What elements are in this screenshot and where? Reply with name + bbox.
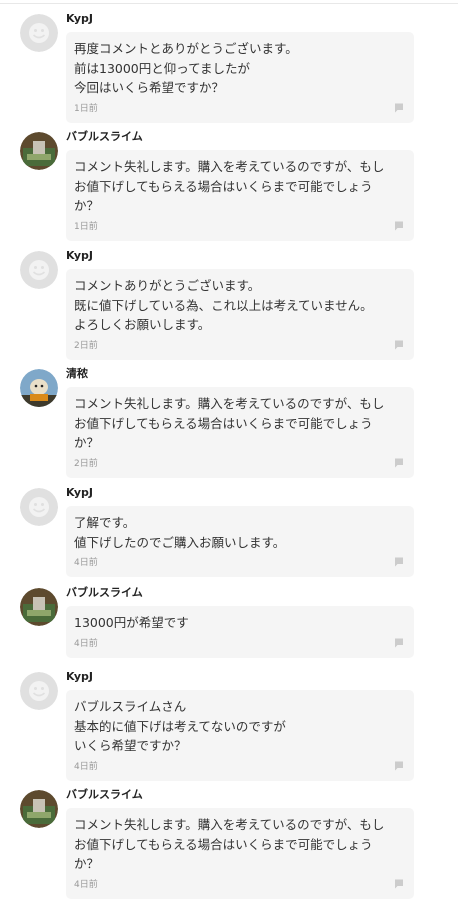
comment-text: コメント失礼します。購入を考えているのですが、もし お値下げしてもらえる場合はい…: [74, 159, 385, 213]
comment-username[interactable]: 清秾: [66, 367, 88, 381]
comment-username[interactable]: バブルスライム: [66, 586, 143, 600]
comment-bubble: 13000円が希望です 4日前: [66, 606, 414, 658]
comment-time: 4日前: [74, 761, 98, 772]
comment-text: バブルスライムさん 基本的に値下げは考えてないのですが いくら希望ですか？: [74, 699, 286, 753]
comment-time: 1日前: [74, 221, 98, 232]
comment-bubble: バブルスライムさん 基本的に値下げは考えてないのですが いくら希望ですか？ 4日…: [66, 690, 414, 781]
comment-text: コメントありがとうございます。 既に値下げしている為、これ以上は考えていません。…: [74, 278, 373, 332]
comment-time: 1日前: [74, 103, 98, 114]
comment-text: コメント失礼します。購入を考えているのですが、もし お値下げしてもらえる場合はい…: [74, 817, 385, 871]
photo-avatar[interactable]: [20, 588, 58, 626]
comment-time: 4日前: [74, 879, 98, 890]
comment-bubble: 再度コメントとありがとうございます。 前は13000円と仰ってましたが 今回はい…: [66, 32, 414, 123]
comment-username[interactable]: KypJ: [66, 670, 93, 684]
photo-avatar[interactable]: [20, 132, 58, 170]
photo-avatar[interactable]: [20, 369, 58, 407]
comment-text: 了解です。 値下げしたのでご購入お願いします。: [74, 515, 286, 550]
flag-icon[interactable]: [394, 879, 404, 889]
comment-username[interactable]: KypJ: [66, 12, 93, 26]
top-divider: [0, 3, 458, 4]
comment-bubble: コメント失礼します。購入を考えているのですが、もし お値下げしてもらえる場合はい…: [66, 808, 414, 899]
comment-text: 再度コメントとありがとうございます。 前は13000円と仰ってましたが 今回はい…: [74, 41, 298, 95]
comment-bubble: コメント失礼します。購入を考えているのですが、もし お値下げしてもらえる場合はい…: [66, 387, 414, 478]
flag-icon[interactable]: [394, 458, 404, 468]
comment-time: 4日前: [74, 638, 98, 649]
flag-icon[interactable]: [394, 221, 404, 231]
comment-time: 4日前: [74, 558, 98, 568]
flag-icon[interactable]: [394, 340, 404, 350]
flag-icon[interactable]: [394, 103, 404, 113]
flag-icon[interactable]: [394, 557, 404, 567]
default-avatar-icon[interactable]: [20, 488, 58, 526]
comment-text: コメント失礼します。購入を考えているのですが、もし お値下げしてもらえる場合はい…: [74, 396, 385, 450]
flag-icon[interactable]: [394, 761, 404, 771]
comment-bubble: コメント失礼します。購入を考えているのですが、もし お値下げしてもらえる場合はい…: [66, 150, 414, 241]
comment-bubble: コメントありがとうございます。 既に値下げしている為、これ以上は考えていません。…: [66, 269, 414, 360]
comment-username[interactable]: バブルスライム: [66, 788, 143, 802]
default-avatar-icon[interactable]: [20, 672, 58, 710]
comment-time: 2日前: [74, 340, 98, 351]
flag-icon[interactable]: [394, 638, 404, 648]
comment-text: 13000円が希望です: [74, 615, 189, 630]
comment-username[interactable]: KypJ: [66, 249, 93, 263]
default-avatar-icon[interactable]: [20, 14, 58, 52]
photo-avatar[interactable]: [20, 790, 58, 828]
comment-time: 2日前: [74, 458, 98, 469]
comment-username[interactable]: バブルスライム: [66, 130, 143, 144]
comment-bubble: 了解です。 値下げしたのでご購入お願いします。 4日前: [66, 506, 414, 577]
comment-username[interactable]: KypJ: [66, 486, 93, 500]
default-avatar-icon[interactable]: [20, 251, 58, 289]
